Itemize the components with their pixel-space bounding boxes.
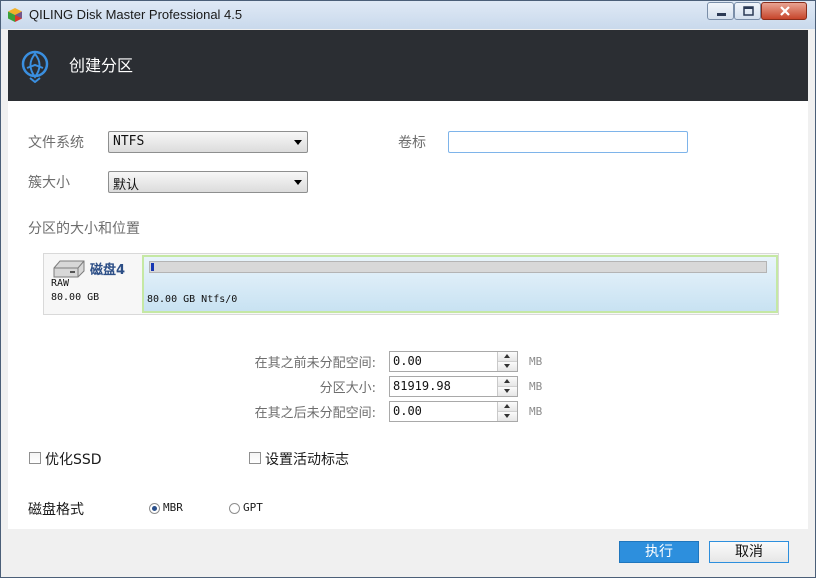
- minimize-button[interactable]: [707, 2, 734, 20]
- disk-type: RAW: [51, 278, 70, 289]
- disk-size: 80.00 GB: [51, 292, 100, 303]
- radio-selected-dot: [152, 506, 157, 511]
- window-title: QILING Disk Master Professional 4.5: [29, 7, 243, 22]
- title-bar[interactable]: QILING Disk Master Professional 4.5: [1, 1, 815, 29]
- dialog-title: 创建分区: [69, 56, 134, 75]
- volume-label-input[interactable]: [448, 131, 688, 153]
- stepper-down-button[interactable]: [498, 387, 517, 396]
- set-active-checkbox[interactable]: [249, 452, 261, 464]
- cancel-button[interactable]: 取消: [709, 541, 789, 563]
- partition-size-stepper[interactable]: 81919.98: [389, 376, 518, 397]
- optimize-ssd-label[interactable]: 优化SSD: [45, 449, 102, 469]
- mbr-radio-label[interactable]: MBR: [163, 501, 183, 514]
- unallocated-after-label: 在其之后未分配空间:: [254, 406, 376, 421]
- usage-bar: [149, 261, 767, 273]
- stepper-buttons: [497, 377, 517, 396]
- disk-name: 磁盘4: [90, 263, 126, 278]
- stepper-up-button[interactable]: [498, 402, 517, 412]
- set-active-label[interactable]: 设置活动标志: [265, 449, 349, 469]
- cluster-size-label: 簇大小: [28, 175, 70, 191]
- usage-bar-fill: [151, 263, 154, 271]
- chevron-up-icon: [504, 354, 510, 358]
- stepper-up-button[interactable]: [498, 377, 517, 387]
- stepper-down-button[interactable]: [498, 362, 517, 371]
- chevron-down-icon: [504, 389, 510, 393]
- qiling-logo-icon: [20, 49, 50, 84]
- gpt-radio[interactable]: [229, 503, 240, 514]
- chevron-down-icon: [294, 180, 302, 185]
- file-system-select[interactable]: NTFS: [108, 131, 308, 153]
- cluster-size-select[interactable]: 默认: [108, 171, 308, 193]
- chevron-down-icon: [504, 414, 510, 418]
- unallocated-after-value: 0.00: [393, 404, 422, 418]
- unallocated-before-stepper[interactable]: 0.00: [389, 351, 518, 372]
- mbr-radio[interactable]: [149, 503, 160, 514]
- chevron-down-icon: [504, 364, 510, 368]
- unit-label: MB: [529, 380, 543, 393]
- stepper-up-button[interactable]: [498, 352, 517, 362]
- disk-map: 磁盘4 RAW 80.00 GB 80.00 GB Ntfs/0: [43, 253, 779, 315]
- unit-label: MB: [529, 355, 543, 368]
- hard-disk-icon: [52, 258, 86, 280]
- partition-size-value: 81919.98: [393, 379, 451, 393]
- partition-block[interactable]: 80.00 GB Ntfs/0: [142, 255, 778, 313]
- volume-label-label: 卷标: [398, 135, 426, 151]
- close-button[interactable]: [761, 2, 807, 20]
- dialog-footer: 执行 取消: [8, 529, 808, 569]
- partition-size-label: 分区大小:: [319, 381, 376, 396]
- execute-button[interactable]: 执行: [619, 541, 699, 563]
- file-system-value: NTFS: [113, 134, 145, 149]
- disk-format-label: 磁盘格式: [28, 502, 84, 518]
- dialog-content: 文件系统 NTFS 卷标 簇大小 默认 分区的大小和位置 磁盘4 RAW 80.…: [8, 101, 808, 529]
- file-system-label: 文件系统: [28, 135, 84, 151]
- stepper-down-button[interactable]: [498, 412, 517, 421]
- dialog-header: 创建分区: [8, 30, 808, 101]
- maximize-button[interactable]: [734, 2, 761, 20]
- disk-info[interactable]: 磁盘4 RAW 80.00 GB: [44, 254, 141, 312]
- chevron-up-icon: [504, 404, 510, 408]
- partition-label: 80.00 GB Ntfs/0: [147, 294, 238, 305]
- gpt-radio-label[interactable]: GPT: [243, 501, 263, 514]
- cube-icon: [7, 7, 23, 23]
- partition-section-title: 分区的大小和位置: [28, 221, 140, 237]
- chevron-down-icon: [294, 140, 302, 145]
- optimize-ssd-checkbox[interactable]: [29, 452, 41, 464]
- stepper-buttons: [497, 402, 517, 421]
- cluster-size-value: 默认: [113, 178, 140, 193]
- unallocated-after-stepper[interactable]: 0.00: [389, 401, 518, 422]
- app-window: QILING Disk Master Professional 4.5 创建分区…: [0, 0, 816, 578]
- unit-label: MB: [529, 405, 543, 418]
- unallocated-before-value: 0.00: [393, 354, 422, 368]
- chevron-up-icon: [504, 379, 510, 383]
- stepper-buttons: [497, 352, 517, 371]
- unallocated-before-label: 在其之前未分配空间:: [254, 356, 376, 371]
